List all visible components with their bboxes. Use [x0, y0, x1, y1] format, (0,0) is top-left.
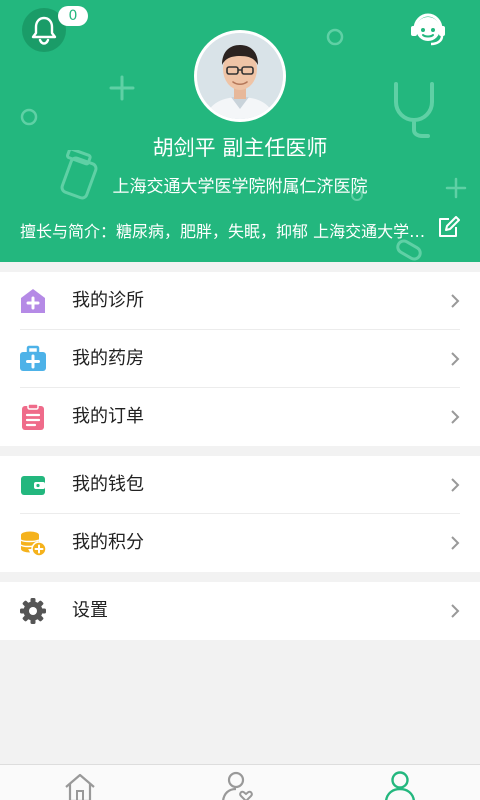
profile-header: 0 胡剑平 副主任医师 上海交通大学医学院附属仁济医院 擅长与简介：糖尿病，肥胖… [0, 0, 480, 262]
home-icon[interactable] [62, 771, 98, 800]
bottom-tab-bar [0, 764, 480, 800]
doctor-name: 胡剑平 副主任医师 [152, 136, 328, 160]
menu-item-settings[interactable]: 设置 [0, 582, 480, 640]
chevron-right-icon [451, 352, 460, 366]
hospital-name: 上海交通大学医学院附属仁济医院 [112, 177, 368, 197]
profile-icon[interactable] [382, 771, 418, 800]
gear-icon [20, 598, 46, 624]
menu-item-label: 设置 [72, 600, 108, 621]
medicine-box-icon [20, 345, 46, 371]
patients-icon[interactable] [220, 771, 256, 800]
decor-plus-icon [109, 75, 135, 101]
menu-item-wallet[interactable]: 我的钱包 [0, 456, 480, 514]
avatar[interactable] [194, 30, 286, 122]
chevron-right-icon [451, 410, 460, 424]
menu-item-label: 我的药房 [72, 348, 144, 369]
menu-item-orders[interactable]: 我的订单 [0, 388, 480, 446]
chevron-right-icon [451, 604, 460, 618]
clipboard-icon [22, 403, 44, 430]
chevron-right-icon [451, 478, 460, 492]
menu-group-settings: 设置 [0, 582, 480, 640]
headset-icon [411, 13, 445, 46]
clinic-plus-icon [21, 289, 45, 313]
chevron-right-icon [451, 294, 460, 308]
customer-service-button[interactable] [406, 6, 450, 50]
menu-item-label: 我的诊所 [72, 290, 144, 311]
doctor-portrait-icon [197, 33, 283, 119]
menu-item-clinic[interactable]: 我的诊所 [0, 272, 480, 330]
coins-icon [20, 531, 47, 557]
decor-circle-icon [20, 108, 38, 126]
decor-stethoscope-icon [394, 82, 434, 138]
notification-badge: 0 [58, 6, 88, 26]
menu-item-pharmacy[interactable]: 我的药房 [0, 330, 480, 388]
edit-icon[interactable] [436, 216, 460, 240]
doctor-intro: 擅长与简介：糖尿病，肥胖，失眠，抑郁 上海交通大学医学院附属仁济医院 [20, 222, 430, 241]
bell-icon [31, 16, 57, 45]
menu-group-services: 我的诊所 我的药房 我的订单 [0, 272, 480, 446]
menu-item-points[interactable]: 我的积分 [0, 514, 480, 572]
decor-circle-icon [326, 28, 344, 46]
chevron-right-icon [451, 536, 460, 550]
menu-item-label: 我的钱包 [72, 474, 144, 495]
menu-group-finance: 我的钱包 我的积分 [0, 456, 480, 572]
menu-item-label: 我的订单 [72, 406, 144, 427]
wallet-icon [21, 476, 45, 495]
menu-item-label: 我的积分 [72, 532, 144, 553]
